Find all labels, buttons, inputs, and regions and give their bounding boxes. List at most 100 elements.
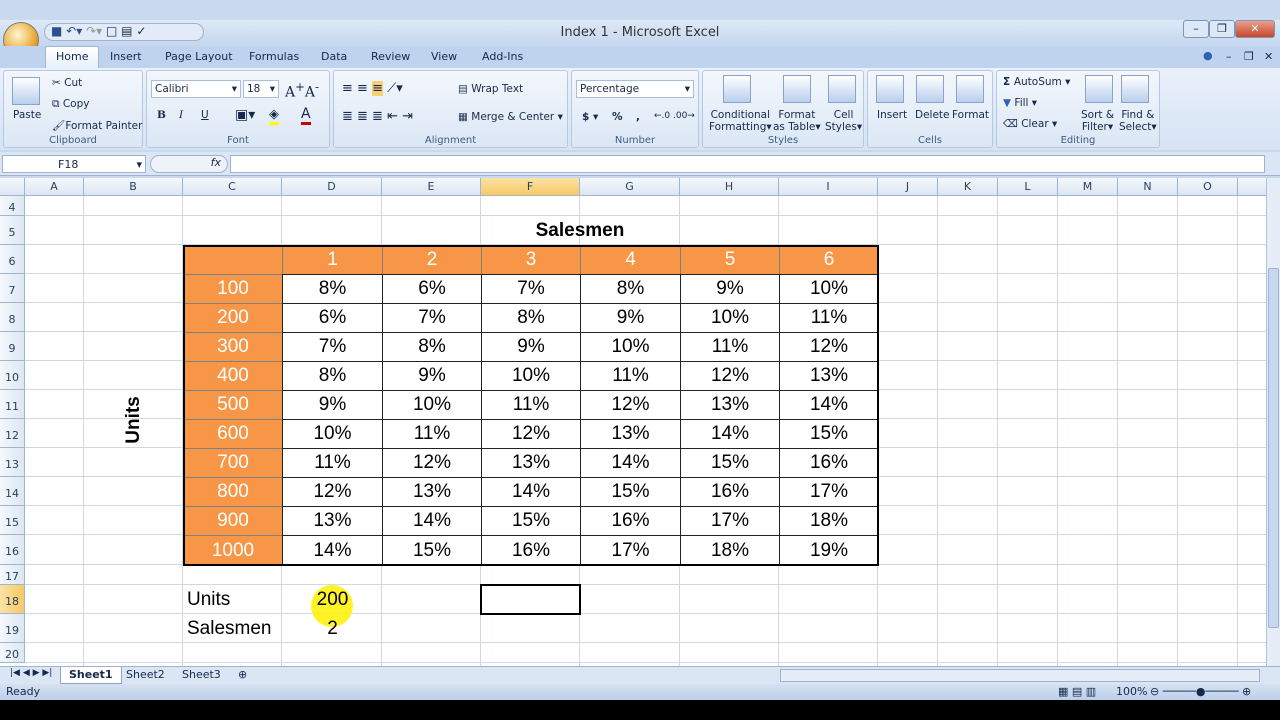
- wrap-text-button[interactable]: ▤ Wrap Text: [458, 83, 523, 95]
- insert-function-button[interactable]: fx: [150, 155, 228, 173]
- ribbon-restore-icon[interactable]: ❐: [1244, 50, 1254, 63]
- rate-cell[interactable]: 10%: [282, 419, 383, 449]
- sheet-tab-sheet3[interactable]: Sheet3: [174, 667, 229, 684]
- rate-cell[interactable]: 11%: [282, 448, 383, 478]
- rate-cell[interactable]: 14%: [580, 448, 681, 478]
- row-header-16[interactable]: 16: [0, 535, 25, 565]
- salesman-header[interactable]: 2: [382, 245, 482, 275]
- rate-cell[interactable]: 8%: [282, 361, 383, 391]
- row-header-14[interactable]: 14: [0, 477, 25, 506]
- tab-insert[interactable]: Insert: [110, 50, 142, 63]
- units-input-value[interactable]: 200: [282, 585, 383, 615]
- column-header-B[interactable]: B: [84, 178, 183, 196]
- rate-cell[interactable]: 9%: [481, 332, 581, 362]
- font-name-select[interactable]: Calibri ▾: [151, 80, 241, 98]
- clear-button[interactable]: ⌫ Clear ▾: [1003, 118, 1057, 130]
- column-header-F[interactable]: F: [481, 178, 580, 196]
- units-input-label[interactable]: Units: [183, 585, 283, 615]
- column-header-K[interactable]: K: [938, 178, 998, 196]
- rate-cell[interactable]: 11%: [680, 332, 780, 362]
- cell-styles-button[interactable]: Cell Styles▾: [825, 109, 862, 133]
- row-header-6[interactable]: 6: [0, 245, 25, 274]
- restore-button[interactable]: ❐: [1209, 20, 1235, 38]
- rate-cell[interactable]: 14%: [680, 419, 780, 449]
- fill-color-icon[interactable]: ◈: [269, 107, 279, 125]
- rate-cell[interactable]: 12%: [481, 419, 581, 449]
- units-header[interactable]: 800: [183, 477, 283, 507]
- horizontal-align-icons[interactable]: ≣ ≣ ≣ ⇤ ⇥: [342, 109, 413, 124]
- units-header[interactable]: 900: [183, 506, 283, 536]
- font-color-icon[interactable]: A: [301, 106, 311, 125]
- ribbon-close-icon[interactable]: ✕: [1264, 50, 1273, 63]
- name-box[interactable]: F18 ▾: [2, 155, 146, 173]
- tab-data[interactable]: Data: [321, 50, 347, 63]
- rate-cell[interactable]: 9%: [282, 390, 383, 420]
- rate-cell[interactable]: 17%: [580, 535, 681, 566]
- rate-cell[interactable]: 11%: [779, 303, 879, 333]
- salesman-header[interactable]: 6: [779, 245, 879, 275]
- cut-button[interactable]: ✂ Cut: [52, 77, 82, 89]
- horizontal-scrollbar[interactable]: [780, 669, 1260, 682]
- insert-sheet-icon[interactable]: ⊕: [230, 667, 255, 684]
- units-header[interactable]: 1000: [183, 535, 283, 566]
- column-header-D[interactable]: D: [282, 178, 382, 196]
- rate-cell[interactable]: 8%: [580, 274, 681, 304]
- row-header-12[interactable]: 12: [0, 419, 25, 448]
- rate-cell[interactable]: 15%: [580, 477, 681, 507]
- tab-add-ins[interactable]: Add-Ins: [482, 50, 523, 63]
- column-header-L[interactable]: L: [998, 178, 1058, 196]
- units-header[interactable]: 600: [183, 419, 283, 449]
- rate-cell[interactable]: 14%: [382, 506, 482, 536]
- rate-cell[interactable]: 9%: [680, 274, 780, 304]
- row-header-13[interactable]: 13: [0, 448, 25, 477]
- column-header-N[interactable]: N: [1118, 178, 1178, 196]
- column-header-C[interactable]: C: [183, 178, 282, 196]
- row-header-19[interactable]: 19: [0, 614, 25, 643]
- row-header-10[interactable]: 10: [0, 361, 25, 390]
- rate-cell[interactable]: 10%: [680, 303, 780, 333]
- rate-cell[interactable]: 7%: [382, 303, 482, 333]
- bold-button[interactable]: B: [157, 109, 166, 121]
- borders-icon[interactable]: ▣▾: [235, 107, 255, 123]
- rate-cell[interactable]: 12%: [282, 477, 383, 507]
- rate-cell[interactable]: 7%: [282, 332, 383, 362]
- rate-cell[interactable]: 17%: [680, 506, 780, 536]
- rate-cell[interactable]: 10%: [481, 361, 581, 391]
- merge-center-button[interactable]: ▦ Merge & Center ▾: [458, 111, 563, 123]
- units-header[interactable]: 700: [183, 448, 283, 478]
- rate-cell[interactable]: 10%: [779, 274, 879, 304]
- rate-cell[interactable]: 16%: [680, 477, 780, 507]
- salesmen-input-value[interactable]: 2: [282, 614, 383, 644]
- column-header-E[interactable]: E: [382, 178, 481, 196]
- rate-cell[interactable]: 7%: [481, 274, 581, 304]
- rate-cell[interactable]: 8%: [282, 274, 383, 304]
- column-header-A[interactable]: A: [25, 178, 84, 196]
- column-header-I[interactable]: I: [779, 178, 878, 196]
- worksheet-grid[interactable]: A B C D E F G H I J K L M N O 4 5 6 7 8 9 10 11 12 13 14 15 16 17 18 1…: [0, 178, 1266, 666]
- rate-cell[interactable]: 13%: [680, 390, 780, 420]
- rate-cell[interactable]: 11%: [382, 419, 482, 449]
- rate-cell[interactable]: 8%: [481, 303, 581, 333]
- rate-cell[interactable]: 6%: [382, 274, 482, 304]
- rate-cell[interactable]: 10%: [382, 390, 482, 420]
- rate-cell[interactable]: 15%: [680, 448, 780, 478]
- rate-cell[interactable]: 12%: [680, 361, 780, 391]
- selected-cell-F18[interactable]: [480, 584, 581, 615]
- ribbon-minimize-icon[interactable]: –: [1226, 50, 1232, 63]
- font-grow-shrink-buttons[interactable]: A+A-: [285, 80, 319, 101]
- redo-icon[interactable]: ↷▾: [86, 24, 102, 38]
- rate-cell[interactable]: 11%: [580, 361, 681, 391]
- rate-cell[interactable]: 13%: [382, 477, 482, 507]
- rate-cell[interactable]: 12%: [779, 332, 879, 362]
- find-select-button[interactable]: Find & Select▾: [1119, 109, 1157, 133]
- rate-cell[interactable]: 15%: [481, 506, 581, 536]
- percent-button[interactable]: %: [612, 111, 623, 123]
- row-header-18[interactable]: 18: [0, 585, 25, 614]
- rate-cell[interactable]: 13%: [481, 448, 581, 478]
- column-header-P[interactable]: [1238, 178, 1266, 196]
- rate-cell[interactable]: 12%: [382, 448, 482, 478]
- sheet-tab-sheet1[interactable]: Sheet1: [60, 667, 122, 684]
- rate-cell[interactable]: 16%: [481, 535, 581, 566]
- paste-button[interactable]: Paste: [13, 109, 41, 121]
- row-header-7[interactable]: 7: [0, 274, 25, 303]
